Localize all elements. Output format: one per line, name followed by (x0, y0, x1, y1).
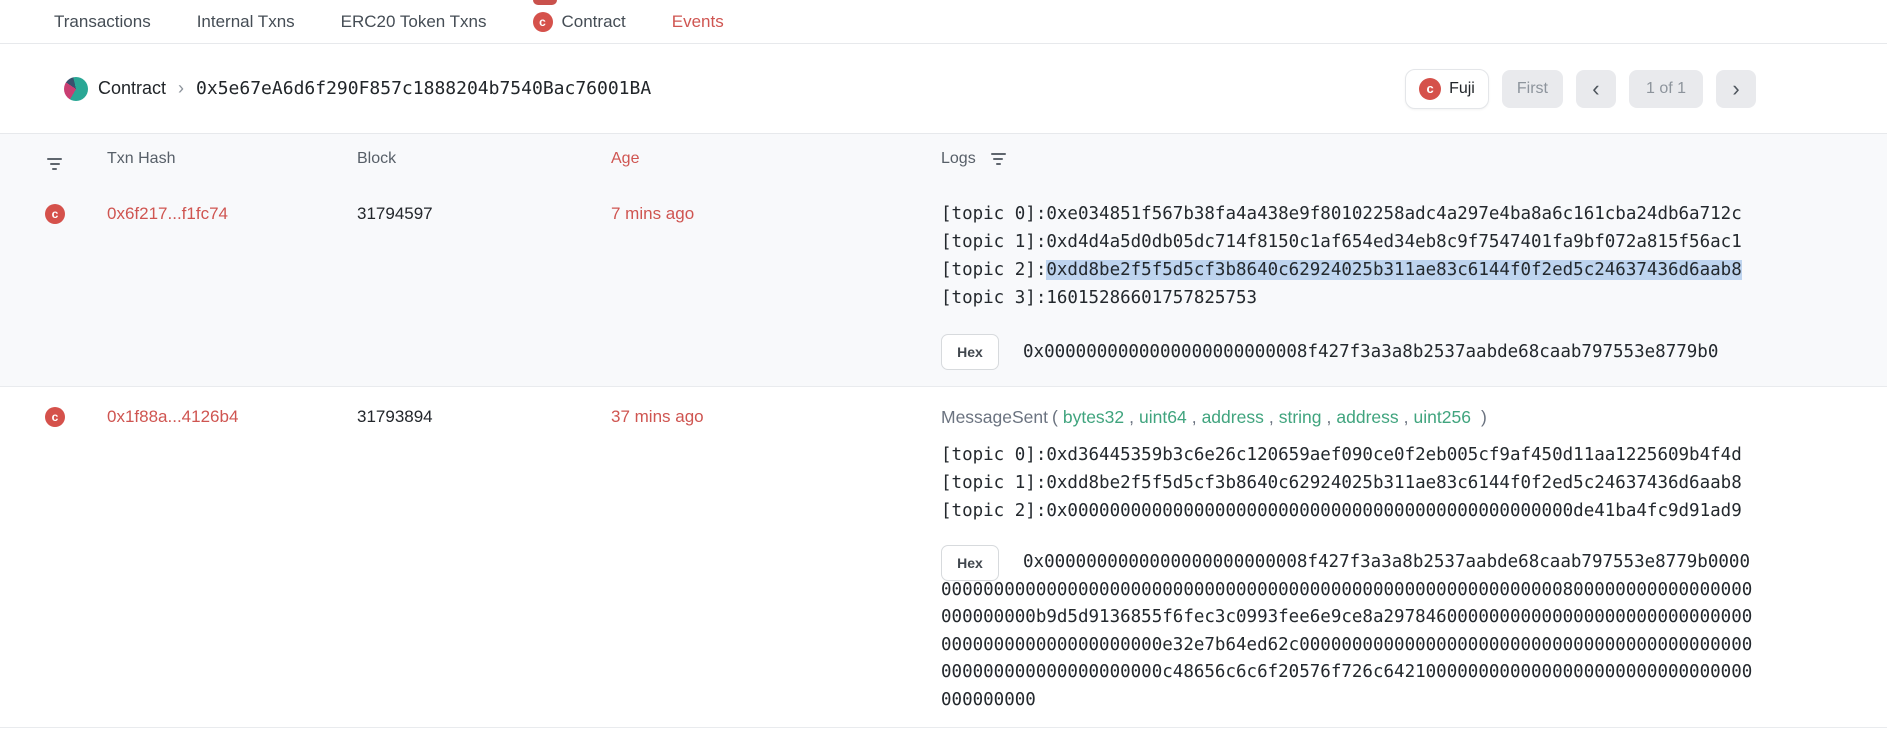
cutoff-red-badge (533, 0, 557, 5)
pagination-controls: c Fuji First ‹ 1 of 1 › (1405, 69, 1756, 109)
event-data-hex: 0x0000000000000000000000008f427f3a3a8b25… (941, 552, 1752, 710)
hex-toggle-button[interactable]: Hex (941, 545, 999, 581)
page-indicator[interactable]: 1 of 1 (1629, 70, 1703, 108)
tab-internal-txns[interactable]: Internal Txns (197, 12, 295, 32)
topic-line: [topic 0]:0xe034851f567b38fa4a438e9f8010… (941, 200, 1756, 228)
block-number: 31793894 (357, 400, 611, 431)
header-txn-hash: Txn Hash (107, 150, 357, 168)
next-page-button[interactable]: › (1716, 70, 1756, 108)
topic-line: [topic 1]:0xd4d4a5d0db05dc714f8150c1af65… (941, 228, 1756, 256)
topic-line: [topic 0]:0xd36445359b3c6e26c120659aef09… (941, 441, 1756, 469)
topic-line: [topic 2]:0xdd8be2f5f5d5cf3b8640c6292402… (941, 256, 1756, 284)
age-value: 7 mins ago (611, 200, 941, 228)
tab-contract[interactable]: c Contract (533, 12, 626, 32)
topic-line: [topic 2]:0x0000000000000000000000000000… (941, 497, 1756, 525)
header-logs: Logs (941, 150, 976, 168)
breadcrumb-separator: › (178, 78, 184, 99)
event-row: c 0x6f217...f1fc74 31794597 7 mins ago [… (0, 184, 1887, 387)
txn-hash-link[interactable]: 0x1f88a...4126b4 (107, 400, 357, 431)
block-number: 31794597 (357, 200, 611, 228)
hex-toggle-button[interactable]: Hex (941, 334, 999, 370)
header-block: Block (357, 150, 611, 168)
header-age[interactable]: Age (611, 150, 941, 168)
contract-address: 0x5e67eA6d6f290F857c1888204b7540Bac76001… (196, 78, 651, 99)
prev-page-button[interactable]: ‹ (1576, 70, 1616, 108)
topic-line: [topic 1]:0xdd8be2f5f5d5cf3b8640c6292402… (941, 469, 1756, 497)
contract-header-bar: Contract › 0x5e67eA6d6f290F857c1888204b7… (0, 44, 1887, 134)
events-page: Transactions Internal Txns ERC20 Token T… (0, 0, 1887, 732)
tab-erc20-token-txns[interactable]: ERC20 Token Txns (341, 12, 487, 32)
row-c-badge-icon: c (45, 407, 65, 427)
filter-icon[interactable] (45, 156, 64, 172)
logs-filter-icon[interactable] (989, 151, 1008, 167)
event-data-block: Hex0x0000000000000000000000008f427f3a3a8… (941, 549, 1756, 714)
chevron-right-icon: › (1732, 78, 1739, 100)
fuji-c-badge-icon: c (1419, 78, 1441, 100)
tab-bar: Transactions Internal Txns ERC20 Token T… (0, 0, 1887, 44)
tab-transactions[interactable]: Transactions (54, 12, 151, 32)
row-c-badge-icon: c (45, 204, 65, 224)
highlighted-topic-value: 0xdd8be2f5f5d5cf3b8640c62924025b311ae83c… (1046, 260, 1741, 280)
event-signature: MessageSent(bytes32,uint64,address,strin… (941, 403, 1756, 431)
contract-c-badge-icon: c (533, 12, 553, 32)
tab-events[interactable]: Events (672, 12, 724, 32)
table-header: Txn Hash Block Age Logs (0, 134, 1887, 184)
breadcrumb-label: Contract (98, 78, 166, 99)
tab-contract-label: Contract (562, 12, 626, 32)
network-badge-fuji[interactable]: c Fuji (1405, 69, 1489, 109)
network-label: Fuji (1449, 80, 1475, 98)
breadcrumb: Contract › 0x5e67eA6d6f290F857c1888204b7… (64, 77, 651, 101)
chevron-left-icon: ‹ (1592, 78, 1599, 100)
topic-line: [topic 3]:16015286601757825753 (941, 284, 1756, 312)
event-data-hex: 0x0000000000000000000000008f427f3a3a8b25… (1023, 342, 1718, 362)
event-data-block: Hex0x0000000000000000000000008f427f3a3a8… (941, 338, 1756, 366)
age-value: 37 mins ago (611, 400, 941, 431)
first-page-button[interactable]: First (1502, 70, 1563, 108)
contract-identicon (64, 77, 88, 101)
event-row: c 0x1f88a...4126b4 31793894 37 mins ago … (0, 387, 1887, 728)
txn-hash-link[interactable]: 0x6f217...f1fc74 (107, 200, 357, 228)
